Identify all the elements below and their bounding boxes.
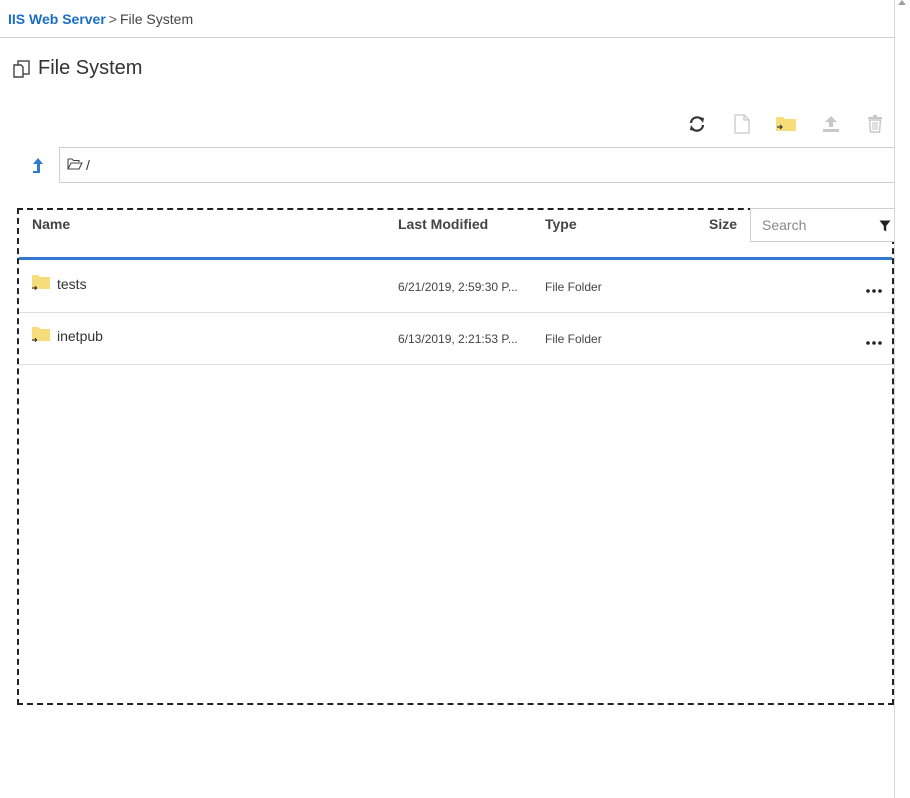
new-folder-button[interactable] xyxy=(773,113,799,139)
breadcrumb: IIS Web Server > File System xyxy=(8,11,193,27)
column-header-type[interactable]: Type xyxy=(545,216,577,232)
page: IIS Web Server>File System File System xyxy=(0,0,910,798)
refresh-button[interactable] xyxy=(684,113,710,139)
new-folder-icon xyxy=(775,115,797,138)
trash-icon xyxy=(867,114,883,138)
file-row-inetpub[interactable]: inetpub 6/13/2019, 2:21:53 P... File Fol… xyxy=(19,312,892,365)
file-list: Name Last Modified Type Size Search test… xyxy=(17,208,896,705)
file-type: File Folder xyxy=(545,280,602,294)
file-type: File Folder xyxy=(545,332,602,346)
path-input[interactable]: / xyxy=(59,147,895,183)
folder-icon xyxy=(31,326,51,346)
search-input[interactable] xyxy=(751,216,874,234)
page-title-group: File System xyxy=(11,57,142,80)
new-file-icon xyxy=(733,113,751,139)
file-list-header: Name Last Modified Type Size xyxy=(19,208,896,260)
file-system-icon xyxy=(11,58,33,80)
file-name-cell: tests xyxy=(31,274,87,294)
file-name: inetpub xyxy=(57,328,103,344)
refresh-icon xyxy=(688,115,706,138)
column-header-name[interactable]: Name xyxy=(32,216,70,232)
folder-icon xyxy=(31,274,51,294)
page-title: File System xyxy=(38,57,143,79)
folder-open-icon xyxy=(67,157,83,173)
breadcrumb-separator: > xyxy=(108,11,117,27)
path-value: / xyxy=(86,157,90,173)
delete-button[interactable] xyxy=(862,113,888,139)
file-name: tests xyxy=(57,276,87,292)
column-header-size[interactable]: Size xyxy=(709,216,737,232)
navigate-up-button[interactable] xyxy=(28,157,48,179)
arrow-up-icon xyxy=(31,157,45,180)
toolbar xyxy=(684,113,888,139)
breadcrumb-current: File System xyxy=(119,11,194,27)
search-box xyxy=(750,208,896,242)
file-last-modified: 6/13/2019, 2:21:53 P... xyxy=(398,332,518,346)
more-options-icon[interactable] xyxy=(866,332,882,350)
filter-icon[interactable] xyxy=(879,219,891,237)
file-row-tests[interactable]: tests 6/21/2019, 2:59:30 P... File Folde… xyxy=(19,260,892,313)
file-name-cell: inetpub xyxy=(31,326,103,346)
file-last-modified: 6/21/2019, 2:59:30 P... xyxy=(398,280,518,294)
scroll-up-arrow-icon[interactable] xyxy=(898,0,906,5)
upload-button[interactable] xyxy=(818,113,844,139)
more-options-icon[interactable] xyxy=(866,280,882,298)
header-divider xyxy=(0,37,894,38)
new-file-button[interactable] xyxy=(729,113,755,139)
breadcrumb-link-iis-web-server[interactable]: IIS Web Server xyxy=(8,11,106,27)
column-header-last-modified[interactable]: Last Modified xyxy=(398,216,488,232)
vertical-scrollbar[interactable] xyxy=(894,0,910,798)
upload-icon xyxy=(821,115,841,138)
